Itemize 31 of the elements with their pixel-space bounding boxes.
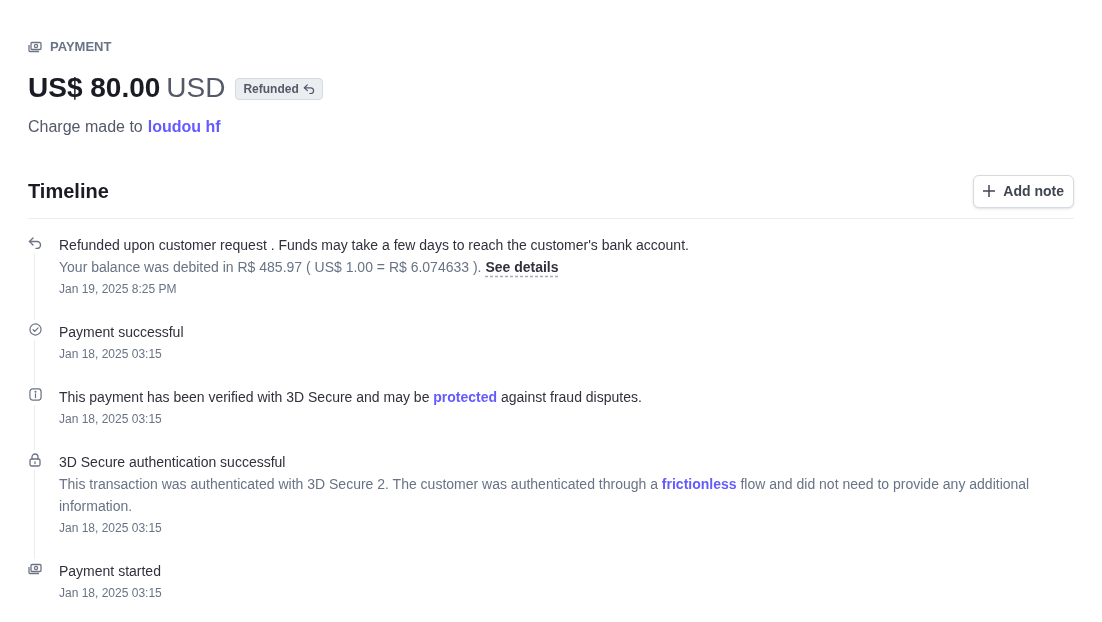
event-title: Payment started [59, 561, 162, 581]
see-details-link[interactable]: See details [485, 258, 559, 275]
event-timestamp: Jan 18, 2025 03:15 [59, 584, 162, 602]
event-timestamp: Jan 18, 2025 03:15 [59, 345, 163, 363]
add-note-button[interactable]: Add note [973, 174, 1074, 208]
money-icon [28, 562, 42, 575]
status-badge: Refunded [235, 77, 323, 100]
page-type-label: PAYMENT [50, 38, 112, 56]
link[interactable]: protected [433, 388, 498, 405]
plus-icon [983, 185, 996, 197]
event-timestamp: Jan 18, 2025 03:15 [59, 410, 163, 428]
lock-icon [29, 452, 41, 467]
event-timestamp: Jan 18, 2025 03:15 [59, 519, 163, 537]
timeline-title: Timeline [28, 179, 109, 204]
currency: USD [166, 70, 226, 105]
info-icon [28, 388, 42, 401]
event-title: 3D Secure authentication successful [59, 452, 287, 472]
money-icon [28, 40, 42, 53]
undo-arrow-icon [302, 83, 315, 94]
check-circle-icon [28, 323, 42, 336]
event-description: This transaction was authenticated with 3D Secure 2. The customer was authenticated through a frictionless flow and did not need to provide any additional information. [59, 474, 1031, 516]
event-title: This payment has been verified with 3D Secure and may be protected against fraud disputes. [59, 387, 642, 407]
undo-arrow-icon [28, 236, 42, 249]
charge-label: Charge made to [28, 116, 143, 137]
link[interactable]: frictionless [661, 475, 737, 492]
event-title: Refunded upon customer request . Funds may take a few days to reach the customer's bank account. [59, 235, 689, 255]
event-timestamp: Jan 19, 2025 8:25 PM [59, 280, 178, 298]
event-description: Your balance was debited in R$ 485.97 ( US$ 1.00 = R$ 6.074633 ). See details [59, 257, 560, 277]
amount: US$ 80.00 [28, 70, 161, 105]
event-title: Payment successful [59, 322, 184, 342]
customer-link[interactable]: loudou hf [147, 114, 221, 139]
